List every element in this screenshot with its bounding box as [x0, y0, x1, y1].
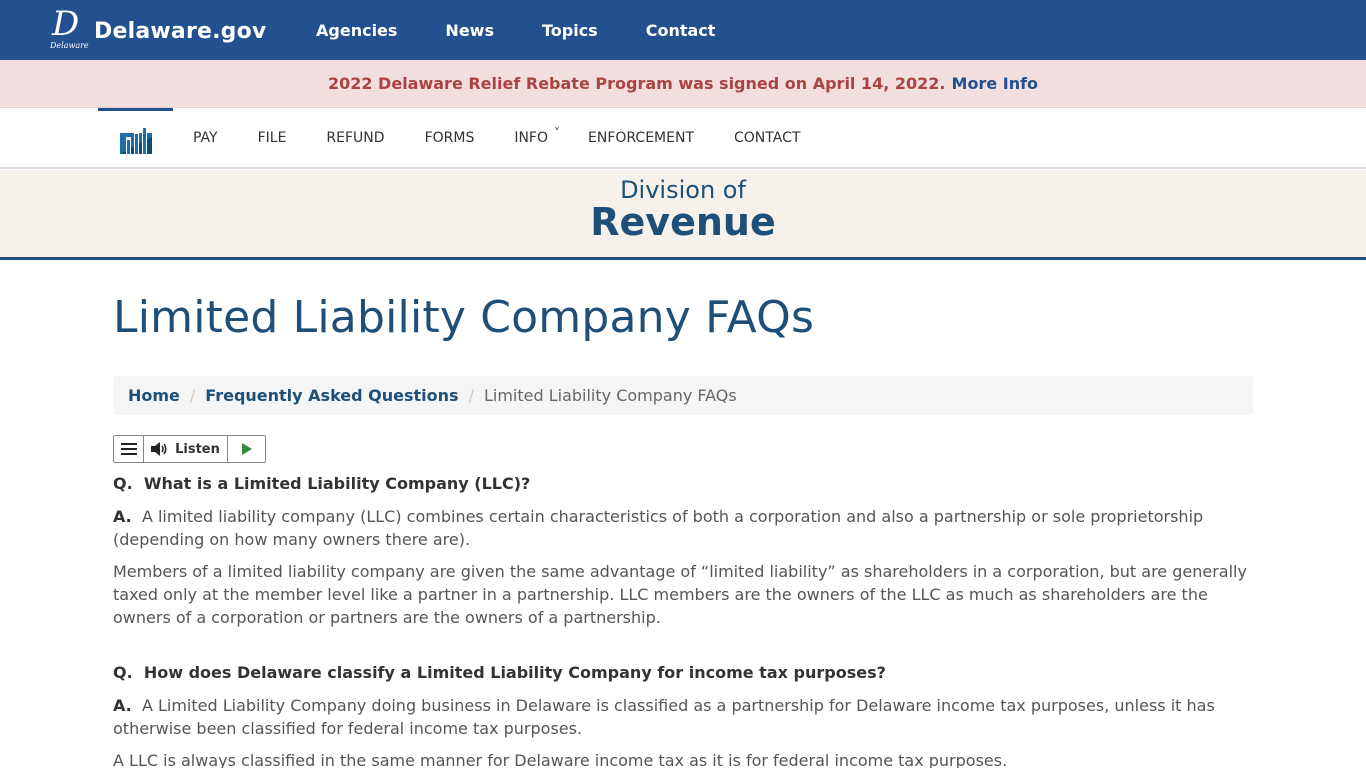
breadcrumb-separator: / [189, 386, 196, 405]
delaware-gov-logo[interactable]: D Delaware Delaware.gov [50, 4, 267, 51]
listen-menu-button[interactable] [114, 436, 144, 462]
alert-text: 2022 Delaware Relief Rebate Program was … [327, 74, 946, 93]
faq-answer: A. A limited liability company (LLC) com… [113, 505, 1258, 551]
alert-banner: 2022 Delaware Relief Rebate Program was … [0, 60, 1366, 108]
menu-contact[interactable]: CONTACT [734, 130, 800, 146]
question-text: How does Delaware classify a Limited Lia… [143, 663, 886, 682]
faq-item: Q. What is a Limited Liability Company (… [113, 472, 1258, 629]
answer-text: A limited liability company (LLC) combin… [113, 507, 1204, 549]
revenue-chart-icon [119, 125, 152, 154]
listen-label: Listen [175, 441, 220, 457]
faq-question: Q. What is a Limited Liability Company (… [113, 472, 1258, 495]
agency-nav: PAY FILE REFUND FORMS INFO ˅ ENFORCEMENT … [0, 108, 1366, 169]
readspeaker-widget: Listen [113, 435, 266, 463]
faq-question: Q. How does Delaware classify a Limited … [113, 661, 1258, 684]
faq-content: Q. What is a Limited Liability Company (… [113, 472, 1258, 768]
nav-topics[interactable]: Topics [542, 21, 598, 40]
breadcrumb: Home / Frequently Asked Questions / Limi… [113, 376, 1253, 415]
division-header: Division of Revenue [0, 170, 1366, 260]
listen-button[interactable]: Listen [144, 436, 228, 462]
nav-news[interactable]: News [445, 21, 494, 40]
alert-more-info-link[interactable]: More Info [952, 74, 1039, 93]
state-header: D Delaware Delaware.gov Agencies News To… [0, 0, 1366, 60]
faq-answer-extra: A LLC is always classified in the same m… [113, 751, 1008, 768]
question-prefix: Q. [113, 663, 133, 682]
question-text: What is a Limited Liability Company (LLC… [143, 474, 531, 493]
menu-file[interactable]: FILE [258, 130, 287, 146]
answer-text: A Limited Liability Company doing busine… [113, 696, 1215, 738]
faq-answer-extra: Members of a limited liability company a… [113, 562, 1247, 627]
agency-home-link[interactable] [98, 108, 173, 167]
state-nav: Agencies News Topics Contact [316, 0, 763, 60]
nav-agencies[interactable]: Agencies [316, 21, 397, 40]
division-title: Revenue [590, 200, 776, 244]
logo-text: Delaware.gov [94, 18, 267, 44]
chevron-down-icon: ˅ [554, 125, 561, 140]
answer-prefix: A. [113, 507, 132, 526]
hamburger-icon [120, 443, 137, 455]
breadcrumb-home[interactable]: Home [128, 386, 180, 405]
nav-contact[interactable]: Contact [646, 21, 716, 40]
faq-answer: A. A Limited Liability Company doing bus… [113, 694, 1258, 740]
agency-menu: PAY FILE REFUND FORMS INFO ˅ ENFORCEMENT … [193, 108, 840, 167]
breadcrumb-current: Limited Liability Company FAQs [483, 386, 737, 405]
breadcrumb-faq[interactable]: Frequently Asked Questions [205, 386, 458, 405]
question-prefix: Q. [113, 474, 133, 493]
play-icon [241, 443, 252, 455]
menu-info-label: INFO [514, 129, 549, 146]
listen-play-button[interactable] [228, 436, 265, 462]
faq-item: Q. How does Delaware classify a Limited … [113, 661, 1258, 768]
menu-refund[interactable]: REFUND [326, 130, 384, 146]
breadcrumb-separator: / [468, 386, 474, 405]
answer-prefix: A. [113, 696, 132, 715]
menu-info[interactable]: INFO ˅ [514, 126, 560, 146]
page-title: Limited Liability Company FAQs [113, 292, 815, 343]
menu-enforcement[interactable]: ENFORCEMENT [588, 130, 694, 146]
speaker-icon [151, 442, 167, 456]
delaware-d-logo-icon: D Delaware [50, 4, 89, 50]
menu-forms[interactable]: FORMS [425, 130, 475, 146]
menu-pay[interactable]: PAY [193, 130, 218, 146]
